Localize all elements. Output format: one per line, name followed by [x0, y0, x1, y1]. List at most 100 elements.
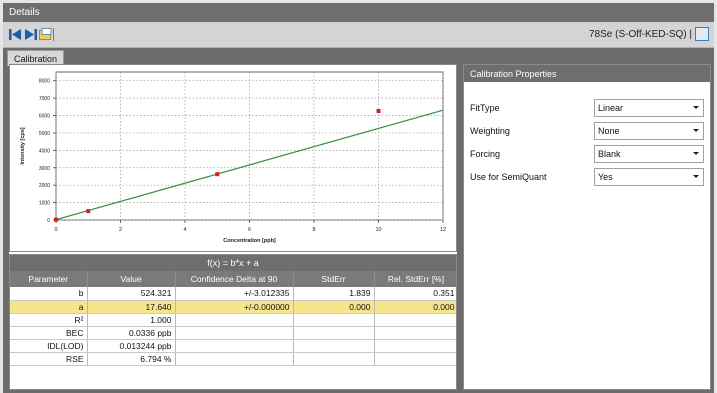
prop-row-weighting: Weighting None — [464, 122, 710, 140]
cell-value: 524.321 — [87, 287, 176, 301]
fit-formula: f(x) = b*x + a — [10, 255, 456, 271]
calibration-properties-panel: Calibration Properties FitType Linear We… — [463, 64, 711, 390]
cell-parameter: BEC — [10, 326, 88, 340]
cell-stderr — [293, 339, 375, 353]
cell-value: 0.0336 ppb — [87, 326, 176, 340]
prop-label-semiquant: Use for SemiQuant — [470, 172, 547, 182]
cell-parameter: b — [10, 287, 88, 301]
table-row[interactable]: RSE 6.794 % — [10, 352, 456, 366]
window-icon[interactable] — [695, 27, 709, 41]
cell-confidence — [175, 313, 294, 327]
chevron-down-icon — [693, 106, 699, 109]
cell-rel-stderr — [374, 352, 456, 366]
chevron-down-icon — [693, 129, 699, 132]
cell-confidence: +/-0.000000 — [175, 300, 294, 314]
header-parameter[interactable]: Parameter — [10, 271, 88, 287]
table-row[interactable]: BEC 0.0336 ppb — [10, 326, 456, 340]
cell-confidence — [175, 339, 294, 353]
cell-parameter: IDL(LOD) — [10, 339, 88, 353]
x-tick-label: 4 — [183, 227, 186, 233]
table-row[interactable]: IDL(LOD) 0.013244 ppb — [10, 339, 456, 353]
cell-parameter: R² — [10, 313, 88, 327]
header-rel-stderr[interactable]: Rel. StdErr [%] — [374, 271, 456, 287]
cell-parameter: RSE — [10, 352, 88, 366]
data-point — [54, 217, 58, 222]
prop-label-fittype: FitType — [470, 103, 500, 113]
cell-stderr: 0.000 — [293, 300, 375, 314]
first-icon[interactable] — [9, 28, 21, 41]
prop-row-fittype: FitType Linear — [464, 99, 710, 117]
cell-value: 0.013244 ppb — [87, 339, 176, 353]
cell-stderr: 1.839 — [293, 287, 375, 301]
table-row[interactable]: R² 1.000 — [10, 313, 456, 327]
y-tick-label: 6000 — [39, 114, 50, 120]
x-tick-label: 10 — [375, 227, 381, 233]
cell-confidence — [175, 326, 294, 340]
cell-rel-stderr: 0.351 — [374, 287, 456, 301]
semiquant-value: Yes — [598, 172, 613, 182]
prop-label-forcing: Forcing — [470, 149, 501, 159]
x-tick-label: 0 — [54, 227, 57, 233]
calibration-chart: 0 2 4 6 8 10 12 0 1000 2000 3000 4000 5000 6000 7000 80… — [9, 64, 457, 252]
y-tick-label: 8000 — [39, 79, 50, 85]
export-icon[interactable] — [39, 28, 52, 41]
weighting-select[interactable]: None — [594, 122, 704, 140]
data-point — [86, 209, 91, 214]
header-stderr[interactable]: StdErr — [293, 271, 375, 287]
table-row[interactable]: a 17.640 +/-0.000000 0.000 0.000 — [10, 300, 456, 314]
fittype-select[interactable]: Linear — [594, 99, 704, 117]
cell-value: 1.000 — [87, 313, 176, 327]
y-tick-label: 3000 — [39, 166, 50, 172]
parameter-header-row: Parameter Value Confidence Delta at 90 S… — [10, 271, 456, 287]
cell-rel-stderr — [374, 326, 456, 340]
parameter-table: Parameter Value Confidence Delta at 90 S… — [10, 271, 456, 366]
y-tick-label: 4000 — [39, 148, 50, 154]
fittype-value: Linear — [598, 103, 624, 113]
toolbar-separator — [53, 28, 54, 41]
x-tick-label: 8 — [312, 227, 315, 233]
y-tick-label: 1000 — [39, 201, 50, 207]
analyte-label: 78Se (S-Off-KED-SQ) | — [589, 29, 692, 40]
data-point — [376, 109, 381, 114]
last-icon[interactable] — [25, 28, 37, 41]
forcing-value: Blank — [598, 149, 621, 159]
y-tick-label: 2000 — [39, 183, 50, 189]
forcing-select[interactable]: Blank — [594, 145, 704, 163]
y-tick-label: 5000 — [39, 131, 50, 137]
prop-row-forcing: Forcing Blank — [464, 145, 710, 163]
x-tick-label: 6 — [248, 227, 251, 233]
cell-stderr — [293, 313, 375, 327]
toolbar: 78Se (S-Off-KED-SQ) | — [3, 22, 714, 48]
header-value[interactable]: Value — [87, 271, 176, 287]
table-row[interactable]: b 524.321 +/-3.012335 1.839 0.351 — [10, 287, 456, 301]
y-tick-label: 7000 — [39, 96, 50, 102]
chevron-down-icon — [693, 175, 699, 178]
cell-stderr — [293, 326, 375, 340]
cell-parameter: a — [10, 300, 88, 314]
cell-rel-stderr — [374, 313, 456, 327]
x-axis-label: Concentration [ppb] — [223, 238, 276, 244]
calibration-chart-svg: 0 2 4 6 8 10 12 0 1000 2000 3000 4000 5000 6000 7000 80… — [20, 71, 446, 244]
y-axis-label: Intensity [cps] — [20, 127, 26, 164]
prop-row-semiquant: Use for SemiQuant Yes — [464, 168, 710, 186]
cell-confidence — [175, 352, 294, 366]
prop-label-weighting: Weighting — [470, 126, 510, 136]
header-confidence[interactable]: Confidence Delta at 90 — [175, 271, 294, 287]
semiquant-select[interactable]: Yes — [594, 168, 704, 186]
weighting-value: None — [598, 126, 620, 136]
properties-title: Calibration Properties — [464, 65, 710, 82]
cell-value: 17.640 — [87, 300, 176, 314]
y-tick-label: 0 — [47, 218, 50, 224]
calibration-left-panel: 0 2 4 6 8 10 12 0 1000 2000 3000 4000 5000 6000 7000 80… — [9, 64, 457, 390]
x-tick-label: 12 — [440, 227, 446, 233]
cell-stderr — [293, 352, 375, 366]
window-title: Details — [3, 3, 714, 22]
cell-value: 6.794 % — [87, 352, 176, 366]
cell-rel-stderr — [374, 339, 456, 353]
cell-confidence: +/-3.012335 — [175, 287, 294, 301]
parameter-grid: f(x) = b*x + a Parameter Value Confidenc… — [9, 254, 457, 390]
data-point — [215, 172, 220, 177]
cell-rel-stderr: 0.000 — [374, 300, 456, 314]
chevron-down-icon — [693, 152, 699, 155]
x-tick-label: 2 — [119, 227, 122, 233]
